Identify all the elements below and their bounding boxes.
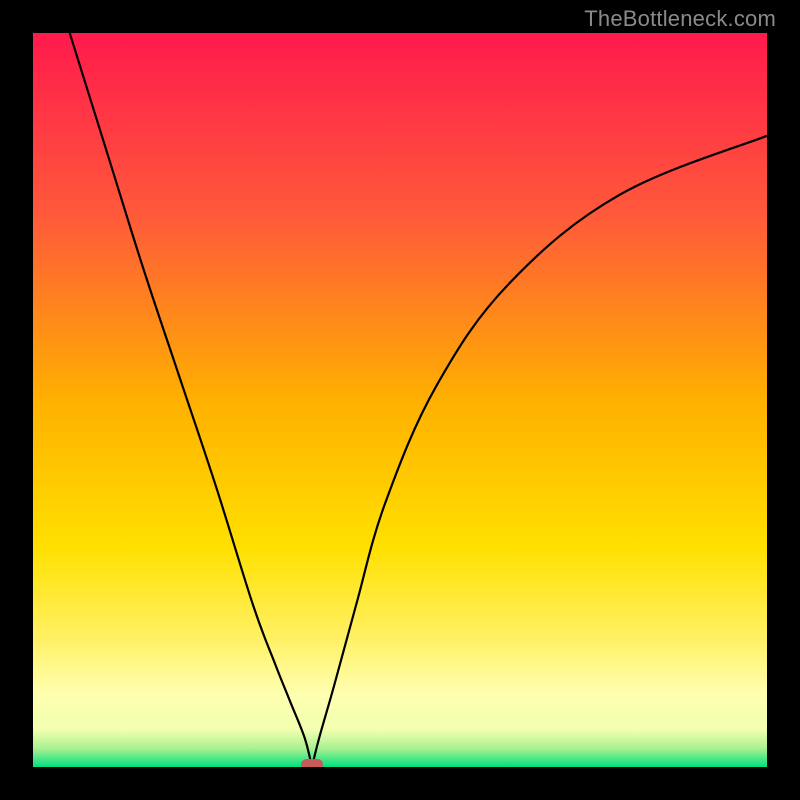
plot-area [33,33,767,767]
bottleneck-curve [33,33,767,767]
optimal-marker [301,759,323,767]
chart-frame: TheBottleneck.com [0,0,800,800]
watermark-text: TheBottleneck.com [584,6,776,32]
